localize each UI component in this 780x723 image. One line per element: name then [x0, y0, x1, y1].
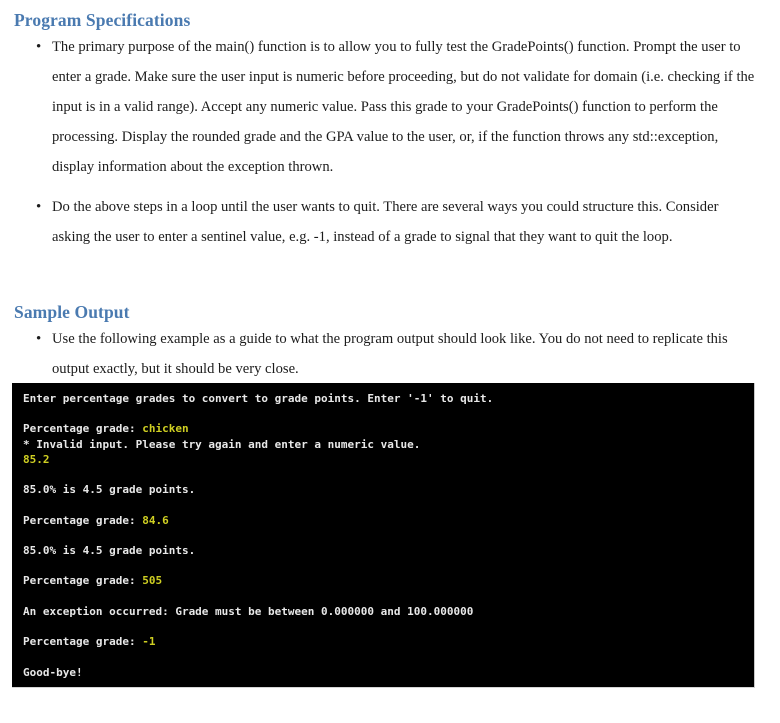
- terminal-line: Percentage grade: 505: [23, 573, 754, 588]
- document-page: Program Specifications • The primary pur…: [0, 0, 780, 723]
- terminal-prompt-text: Percentage grade:: [23, 513, 143, 527]
- terminal-prompt-text: Percentage grade:: [23, 574, 143, 588]
- terminal-output-block: Enter percentage grades to convert to gr…: [12, 383, 755, 688]
- terminal-line: Percentage grade: chicken: [23, 421, 754, 436]
- list-item: • Use the following example as a guide t…: [28, 324, 752, 384]
- list-item: • The primary purpose of the main() func…: [28, 32, 756, 182]
- terminal-line: Percentage grade: 84.6: [23, 513, 754, 528]
- section-heading-program-specifications: Program Specifications: [14, 10, 191, 30]
- terminal-user-input: chicken: [142, 422, 189, 436]
- program-specifications-list: • The primary purpose of the main() func…: [28, 32, 756, 252]
- terminal-line: 85.0% is 4.5 grade points.: [23, 483, 196, 497]
- bullet-dot-icon: •: [36, 199, 42, 215]
- bullet-dot-icon: •: [36, 39, 42, 55]
- section-heading-sample-output: Sample Output: [14, 302, 130, 322]
- list-item-text: Do the above steps in a loop until the u…: [52, 199, 719, 245]
- terminal-line: Percentage grade: -1: [23, 634, 754, 649]
- terminal-prompt-text: Percentage grade:: [23, 422, 143, 436]
- terminal-line: 85.2: [23, 452, 754, 467]
- list-item-text: Use the following example as a guide to …: [52, 331, 728, 377]
- terminal-line: Good-bye!: [23, 665, 83, 679]
- terminal-prompt-text: Percentage grade:: [23, 635, 143, 649]
- terminal-line: Enter percentage grades to convert to gr…: [23, 392, 494, 405]
- terminal-line: * Invalid input. Please try again and en…: [23, 437, 421, 451]
- terminal-user-input: 84.6: [142, 513, 169, 527]
- terminal-user-input: 505: [142, 574, 163, 588]
- terminal-line: An exception occurred: Grade must be bet…: [23, 604, 474, 618]
- terminal-user-input: -1: [142, 635, 156, 649]
- list-item: • Do the above steps in a loop until the…: [28, 192, 756, 252]
- terminal-line: 85.0% is 4.5 grade points.: [23, 544, 196, 558]
- list-item-text: The primary purpose of the main() functi…: [52, 39, 755, 175]
- bullet-dot-icon: •: [36, 331, 42, 347]
- sample-output-list: • Use the following example as a guide t…: [28, 324, 752, 384]
- terminal-user-input: 85.2: [23, 452, 50, 466]
